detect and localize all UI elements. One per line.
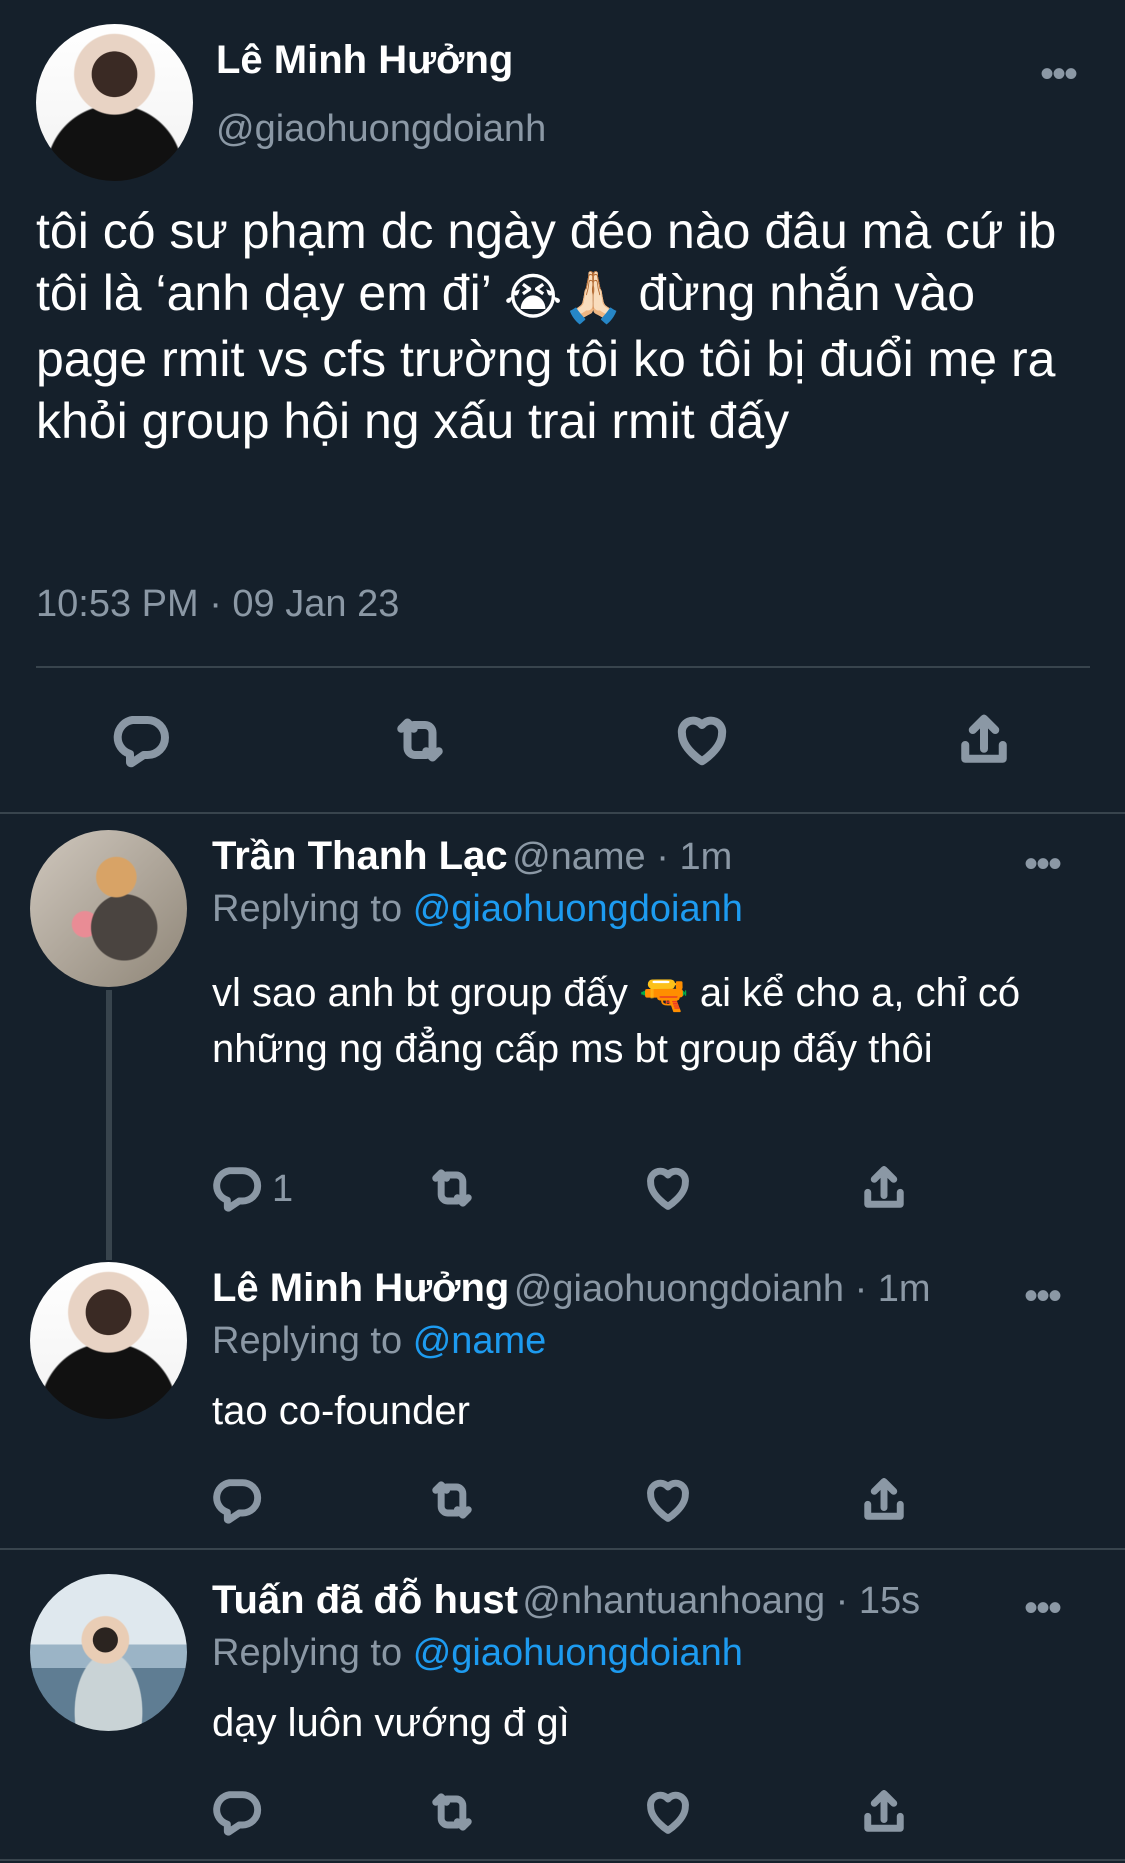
replying-to-prefix: Replying to bbox=[212, 888, 403, 930]
retweet-button[interactable] bbox=[426, 1786, 486, 1846]
reply-button[interactable] bbox=[210, 1786, 270, 1846]
water-pistol-emoji: 🔫 bbox=[638, 973, 689, 1018]
reply-author-avatar[interactable] bbox=[30, 1574, 187, 1731]
retweet-button[interactable] bbox=[390, 710, 450, 770]
reply-icon bbox=[210, 1474, 262, 1526]
reply-author-name[interactable]: Tuấn đã đỗ hust bbox=[212, 1578, 518, 1622]
share-icon bbox=[954, 710, 1014, 770]
more-options-icon[interactable]: ••• bbox=[1040, 52, 1078, 97]
heart-icon bbox=[642, 1474, 694, 1526]
reply-button[interactable] bbox=[210, 1474, 270, 1534]
reply-header: Tuấn đã đỗ hust @nhantuanhoang · 15s bbox=[212, 1578, 920, 1623]
reply-button[interactable] bbox=[210, 1162, 270, 1222]
replying-to-prefix: Replying to bbox=[212, 1320, 403, 1362]
reply-icon bbox=[210, 1786, 262, 1838]
more-options-icon[interactable]: ••• bbox=[1024, 1586, 1062, 1631]
reply-text: dạy luôn vướng đ gì bbox=[212, 1701, 570, 1745]
share-button[interactable] bbox=[858, 1786, 918, 1846]
replying-to-line: Replying to @name bbox=[212, 1320, 546, 1363]
divider bbox=[0, 1859, 1125, 1861]
reply-icon bbox=[210, 1162, 262, 1214]
heart-icon bbox=[672, 710, 732, 770]
reply-author-name[interactable]: Lê Minh Hưởng bbox=[212, 1266, 509, 1310]
replying-to-mention[interactable]: @giaohuongdoianh bbox=[413, 888, 743, 930]
divider bbox=[0, 1548, 1125, 1550]
replying-to-line: Replying to @giaohuongdoianh bbox=[212, 1632, 743, 1675]
reply-author-avatar[interactable] bbox=[30, 830, 187, 987]
replying-to-mention[interactable]: @giaohuongdoianh bbox=[413, 1632, 743, 1674]
share-button[interactable] bbox=[954, 710, 1014, 770]
replying-to-mention[interactable]: @name bbox=[413, 1320, 547, 1362]
retweet-button[interactable] bbox=[426, 1162, 486, 1222]
heart-icon bbox=[642, 1162, 694, 1214]
reply-text-part1: vl sao anh bt group đấy bbox=[212, 971, 628, 1015]
reply-text: tao co-founder bbox=[212, 1389, 470, 1433]
reply-handle-time[interactable]: @name · 1m bbox=[512, 836, 732, 878]
retweet-button[interactable] bbox=[426, 1474, 486, 1534]
share-button[interactable] bbox=[858, 1162, 918, 1222]
divider bbox=[36, 666, 1090, 668]
replying-to-line: Replying to @giaohuongdoianh bbox=[212, 888, 743, 931]
main-author-name[interactable]: Lê Minh Hưởng bbox=[216, 38, 513, 83]
thread-line bbox=[106, 990, 112, 1260]
reply-header: Lê Minh Hưởng @giaohuongdoianh · 1m bbox=[212, 1266, 931, 1311]
main-tweet-text: tôi có sư phạm dc ngày đéo nào đâu mà cứ… bbox=[36, 200, 1076, 452]
reply-count: 1 bbox=[272, 1168, 294, 1210]
tweet-timestamp[interactable]: 10:53 PM · 09 Jan 23 bbox=[36, 583, 399, 626]
replying-to-prefix: Replying to bbox=[212, 1632, 403, 1674]
reply-author-name[interactable]: Trần Thanh Lạc bbox=[212, 834, 508, 878]
folded-hands-emoji: 🙏🏻 bbox=[562, 268, 625, 325]
reply-icon bbox=[110, 710, 170, 770]
like-button[interactable] bbox=[642, 1162, 702, 1222]
reply-header: Trần Thanh Lạc @name · 1m bbox=[212, 834, 732, 879]
reply-button[interactable] bbox=[110, 710, 170, 770]
like-button[interactable] bbox=[642, 1786, 702, 1846]
main-author-handle[interactable]: @giaohuongdoianh bbox=[216, 108, 546, 151]
reply-handle-time[interactable]: @nhantuanhoang · 15s bbox=[522, 1580, 920, 1622]
share-button[interactable] bbox=[858, 1474, 918, 1534]
crying-face-emoji: 😭 bbox=[503, 268, 563, 325]
share-icon bbox=[858, 1162, 910, 1214]
heart-icon bbox=[642, 1786, 694, 1838]
more-options-icon[interactable]: ••• bbox=[1024, 842, 1062, 887]
share-icon bbox=[858, 1786, 910, 1838]
reply-handle-time[interactable]: @giaohuongdoianh · 1m bbox=[514, 1268, 931, 1310]
like-button[interactable] bbox=[672, 710, 732, 770]
retweet-icon bbox=[426, 1162, 478, 1214]
share-icon bbox=[858, 1474, 910, 1526]
retweet-icon bbox=[426, 1474, 478, 1526]
more-options-icon[interactable]: ••• bbox=[1024, 1274, 1062, 1319]
retweet-icon bbox=[426, 1786, 478, 1838]
reply-text: vl sao anh bt group đấy 🔫 ai kể cho a, c… bbox=[212, 966, 1072, 1076]
retweet-icon bbox=[390, 710, 450, 770]
reply-author-avatar[interactable] bbox=[30, 1262, 187, 1419]
like-button[interactable] bbox=[642, 1474, 702, 1534]
main-author-avatar[interactable] bbox=[36, 24, 193, 181]
divider bbox=[0, 812, 1125, 814]
